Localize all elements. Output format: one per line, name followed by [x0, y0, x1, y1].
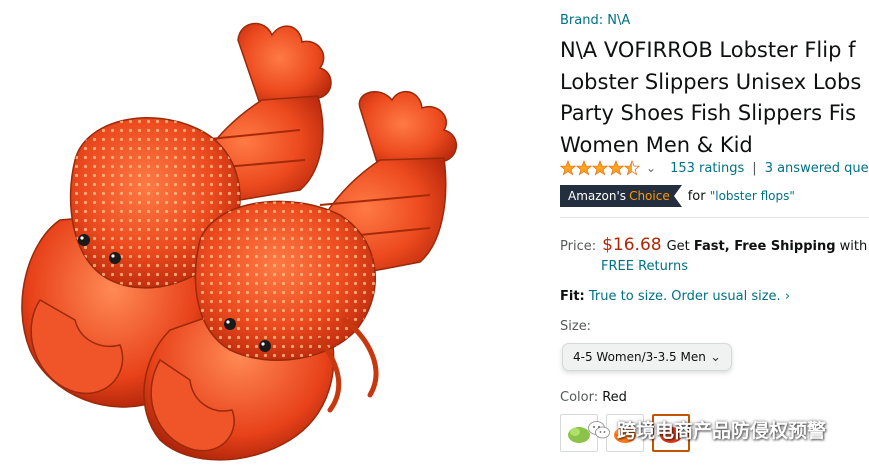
- title-line: Women Men & Kid: [560, 132, 753, 157]
- chevron-down-icon[interactable]: ⌄: [646, 161, 656, 175]
- lobster-slippers-image: [21, 22, 457, 461]
- color-row: Color: Red: [560, 390, 627, 405]
- shipping-text: Get Fast, Free Shipping with Am: [667, 239, 869, 254]
- color-selected-value: Red: [602, 390, 627, 405]
- star-icon: [560, 160, 640, 176]
- chevron-right-icon: ›: [784, 289, 791, 304]
- title-line: Lobster Slippers Unisex Lobs: [560, 69, 862, 94]
- get-text: Get: [666, 239, 690, 254]
- ratings-count-link[interactable]: 153 ratings: [670, 161, 744, 176]
- amazons-choice-badge[interactable]: Amazon's Choice: [560, 185, 682, 207]
- product-image[interactable]: [0, 0, 548, 468]
- size-label: Size:: [560, 319, 592, 334]
- watermark: 跨境电商产品防侵权预警: [587, 416, 826, 443]
- badge-keyword-link[interactable]: "lobster flops": [710, 189, 795, 203]
- badge-for-text: for "lobster flops": [688, 189, 795, 204]
- star-rating[interactable]: [560, 160, 640, 176]
- price-value: $16.68: [602, 235, 662, 255]
- badge-label-accent: Choice: [629, 189, 670, 203]
- answered-questions-link[interactable]: 3 answered que: [765, 161, 869, 176]
- title-line: Party Shoes Fish Slippers Fis: [560, 101, 857, 125]
- product-title: N\A VOFIRROB Lobster Flip f Lobster Slip…: [560, 35, 869, 161]
- color-label: Color:: [560, 390, 599, 405]
- size-selected-value: 4-5 Women/3-3.5 Men: [573, 350, 706, 364]
- divider: [560, 217, 869, 218]
- chevron-down-icon: ⌄: [710, 349, 721, 365]
- with-text: with: [839, 239, 868, 254]
- price-label: Price:: [560, 239, 597, 254]
- shipping-bold-link[interactable]: Fast, Free Shipping: [694, 239, 836, 254]
- brand-link[interactable]: Brand: N\A: [560, 13, 630, 28]
- fit-label: Fit:: [560, 289, 585, 304]
- separator: |: [752, 160, 757, 176]
- watermark-text: 跨境电商产品防侵权预警: [617, 420, 827, 442]
- for-label: for: [687, 188, 706, 204]
- rating-row: ⌄ 153 ratings | 3 answered que: [560, 160, 869, 176]
- size-dropdown[interactable]: 4-5 Women/3-3.5 Men ⌄: [562, 343, 732, 371]
- free-returns-link[interactable]: FREE Returns: [601, 259, 688, 274]
- badge-tip: [673, 185, 682, 207]
- price-row: Price: $16.68 Get Fast, Free Shipping wi…: [560, 235, 869, 255]
- product-info: Brand: N\A N\A VOFIRROB Lobster Flip f L…: [560, 0, 869, 468]
- title-line: N\A VOFIRROB Lobster Flip f: [560, 38, 856, 62]
- wechat-icon: [588, 420, 610, 438]
- badge-label: Amazon's: [568, 189, 627, 203]
- fit-row: Fit: True to size. Order usual size. ›: [560, 289, 790, 304]
- fit-link[interactable]: True to size. Order usual size. ›: [589, 289, 790, 304]
- amazons-choice-row: Amazon's Choice for "lobster flops": [560, 185, 795, 207]
- fit-text: True to size. Order usual size.: [588, 289, 781, 304]
